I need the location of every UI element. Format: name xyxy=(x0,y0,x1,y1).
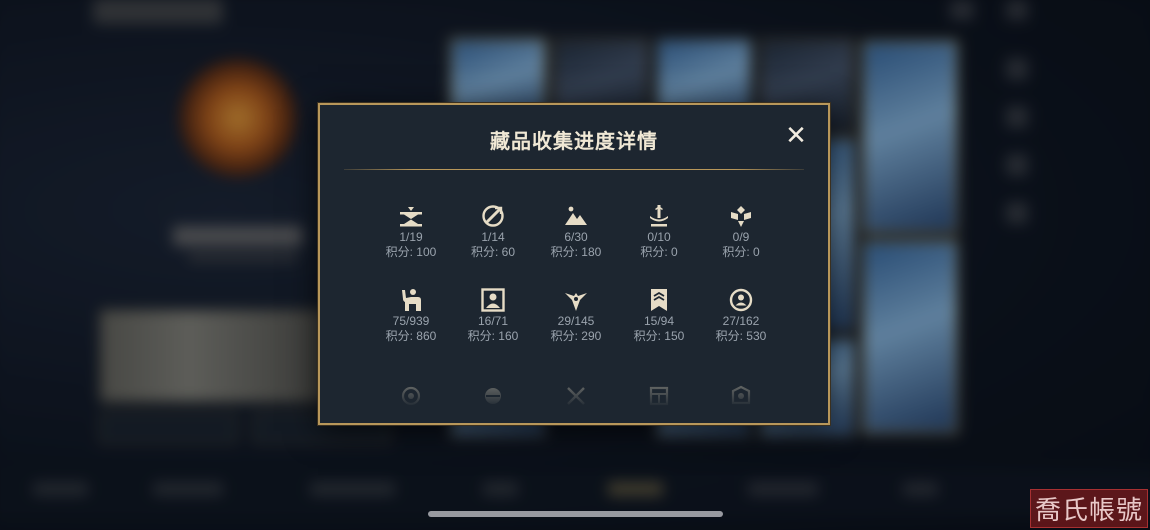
category-count: 1/19 xyxy=(399,230,423,244)
category-count: 6/30 xyxy=(564,230,588,244)
fountain-icon xyxy=(646,203,672,229)
profile-circle-icon xyxy=(728,287,754,313)
mountain-icon xyxy=(563,203,589,229)
dialog-title: 藏品收集进度详情 xyxy=(490,131,658,153)
banner-icon xyxy=(646,287,672,313)
home-indicator[interactable] xyxy=(428,511,723,517)
category-count: 27/162 xyxy=(722,314,760,328)
close-button[interactable]: ✕ xyxy=(784,122,808,148)
category-item: 6/30 积分: 180 xyxy=(531,203,621,260)
ward-sword-icon xyxy=(480,203,506,229)
portrait-icon xyxy=(480,287,506,313)
emblem-icon xyxy=(728,203,754,229)
category-count: 0/9 xyxy=(732,230,750,244)
category-points: 积分: 180 xyxy=(550,245,602,259)
category-count: 1/14 xyxy=(481,230,505,244)
category-item: 0/10 积分: 0 xyxy=(614,203,704,260)
category-points: 积分: 530 xyxy=(715,329,767,343)
category-points: 积分: 0 xyxy=(640,245,678,259)
scroll-fade xyxy=(320,373,828,423)
champion-pose-icon xyxy=(398,287,424,313)
category-count: 15/94 xyxy=(643,314,675,328)
category-item: 0/9 积分: 0 xyxy=(696,203,786,260)
title-divider xyxy=(344,169,804,170)
category-points: 积分: 100 xyxy=(385,245,437,259)
category-points: 积分: 150 xyxy=(633,329,685,343)
category-count: 29/145 xyxy=(557,314,595,328)
category-points: 积分: 860 xyxy=(385,329,437,343)
category-item: 75/939 积分: 860 xyxy=(366,287,456,344)
category-count: 16/71 xyxy=(477,314,509,328)
winged-emblem-icon xyxy=(563,287,589,313)
category-points: 积分: 60 xyxy=(470,245,516,259)
category-item: 29/145 积分: 290 xyxy=(531,287,621,344)
balance-icon xyxy=(398,203,424,229)
category-item: 27/162 积分: 530 xyxy=(696,287,786,344)
category-item: 1/14 积分: 60 xyxy=(448,203,538,260)
category-points: 积分: 0 xyxy=(722,245,760,259)
category-count: 0/10 xyxy=(647,230,671,244)
category-item: 16/71 积分: 160 xyxy=(448,287,538,344)
category-item: 15/94 积分: 150 xyxy=(614,287,704,344)
category-count: 75/939 xyxy=(392,314,430,328)
category-item: 1/19 积分: 100 xyxy=(366,203,456,260)
watermark: 喬氏帳號 xyxy=(1029,489,1148,528)
category-points: 积分: 290 xyxy=(550,329,602,343)
collection-progress-dialog: 藏品收集进度详情 ✕ 1/19 积分: 100 1/14 积分: 60 6/30… xyxy=(318,103,830,425)
category-points: 积分: 160 xyxy=(467,329,519,343)
